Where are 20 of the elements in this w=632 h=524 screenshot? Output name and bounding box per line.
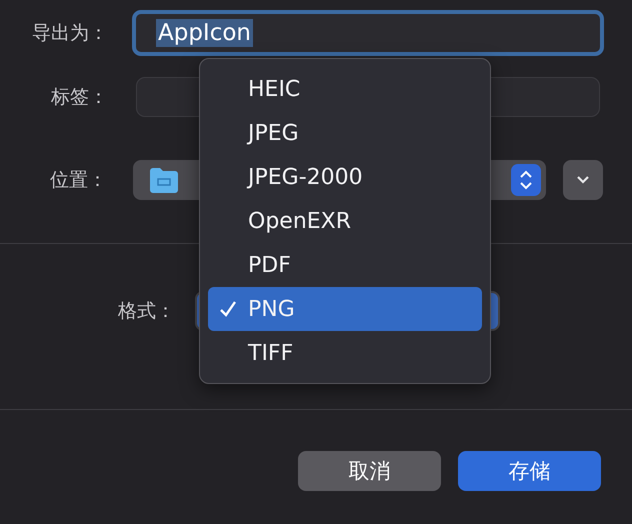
menu-item[interactable]: JPEG (208, 111, 482, 155)
menu-item[interactable]: HEIC (208, 67, 482, 111)
menu-item[interactable]: JPEG-2000 (208, 155, 482, 199)
expand-button[interactable] (563, 160, 603, 200)
menu-item[interactable]: TIFF (208, 331, 482, 375)
folder-icon (149, 167, 179, 193)
field-label: 格式： (117, 299, 176, 324)
save-button[interactable]: 存储 (458, 451, 601, 491)
field-label: 位置： (49, 168, 108, 193)
checkmark-icon (219, 300, 237, 318)
field-label: 标签： (50, 85, 109, 110)
cancel-button[interactable]: 取消 (298, 451, 441, 491)
field-label: 导出为： (31, 21, 109, 46)
menu-item[interactable]: PNG (208, 287, 482, 331)
chevron-down-icon (575, 175, 591, 185)
menu-item[interactable]: OpenEXR (208, 199, 482, 243)
stepper-icon (511, 164, 541, 196)
filename-value: AppIcon (156, 19, 254, 47)
menu-item[interactable]: PDF (208, 243, 482, 287)
filename-field[interactable]: AppIcon (132, 10, 604, 56)
